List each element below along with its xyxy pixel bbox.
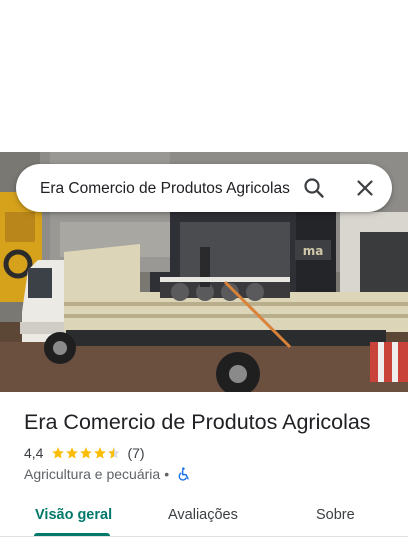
- place-category: Agricultura e pecuária: [24, 466, 161, 482]
- store-sign-text: ma: [303, 244, 324, 258]
- star-full-icon: [52, 447, 65, 459]
- star-full-icon: [94, 447, 107, 459]
- star-half-icon: [108, 447, 121, 459]
- search-icon[interactable]: [302, 176, 326, 200]
- search-bar[interactable]: Era Comercio de Produtos Agricolas: [16, 164, 392, 212]
- rating-value: 4,4: [24, 445, 44, 461]
- review-count[interactable]: (7): [127, 445, 144, 461]
- close-icon[interactable]: [353, 176, 377, 200]
- star-full-icon: [66, 447, 79, 459]
- tab-reviews[interactable]: Avaliações: [168, 505, 238, 525]
- rating-row[interactable]: 4,4 (7): [24, 444, 145, 462]
- tab-overview[interactable]: Visão geral: [35, 505, 112, 525]
- wheelchair-icon: [178, 467, 189, 481]
- search-input[interactable]: Era Comercio de Produtos Agricolas: [40, 178, 302, 200]
- star-full-icon: [80, 447, 93, 459]
- place-title: Era Comercio de Produtos Agricolas: [24, 410, 371, 434]
- separator-dot: •: [164, 466, 170, 482]
- tab-about[interactable]: Sobre: [316, 505, 355, 525]
- rating-stars: [51, 446, 121, 460]
- category-row: Agricultura e pecuária •: [24, 464, 192, 484]
- tabs-divider: [0, 536, 408, 537]
